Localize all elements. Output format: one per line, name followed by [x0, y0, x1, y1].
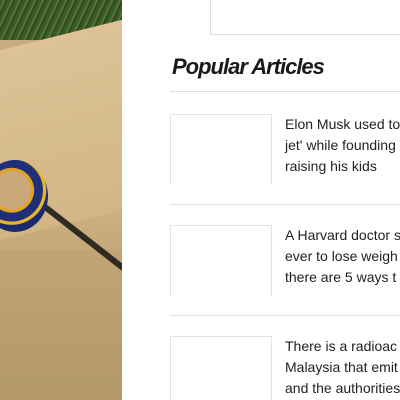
- article-title-line: raising his kids: [285, 158, 377, 174]
- article-divider: [170, 315, 400, 316]
- article-title-line: A Harvard doctor s: [285, 227, 400, 243]
- article-title[interactable]: Elon Musk used to jet' while founding ra…: [285, 114, 400, 177]
- heading-divider: [170, 91, 400, 92]
- sidebar-panel: Popular Articles Elon Musk used to jet' …: [122, 0, 400, 400]
- article-title-line: Elon Musk used to: [285, 116, 400, 132]
- article-thumbnail[interactable]: [170, 225, 272, 296]
- top-widget-box: [210, 0, 400, 35]
- article-title-line: jet' while founding: [285, 137, 396, 153]
- article-title-line: Malaysia that emit: [285, 359, 398, 375]
- article-title-line: There is a radioac: [285, 338, 398, 354]
- article-title-line: and the authorities: [285, 380, 400, 396]
- article-title[interactable]: There is a radioac Malaysia that emit an…: [285, 336, 400, 399]
- article-title-line: there are 5 ways t: [285, 269, 397, 285]
- article-title-line: ever to lose weigh: [285, 248, 398, 264]
- article-thumbnail[interactable]: [170, 114, 272, 185]
- photo-wall-face: [0, 250, 122, 400]
- background-photo: [0, 0, 122, 400]
- article-title[interactable]: A Harvard doctor s ever to lose weigh th…: [285, 225, 400, 288]
- article-divider: [170, 204, 400, 205]
- article-thumbnail[interactable]: [170, 336, 272, 400]
- popular-articles-heading: Popular Articles: [172, 54, 325, 79]
